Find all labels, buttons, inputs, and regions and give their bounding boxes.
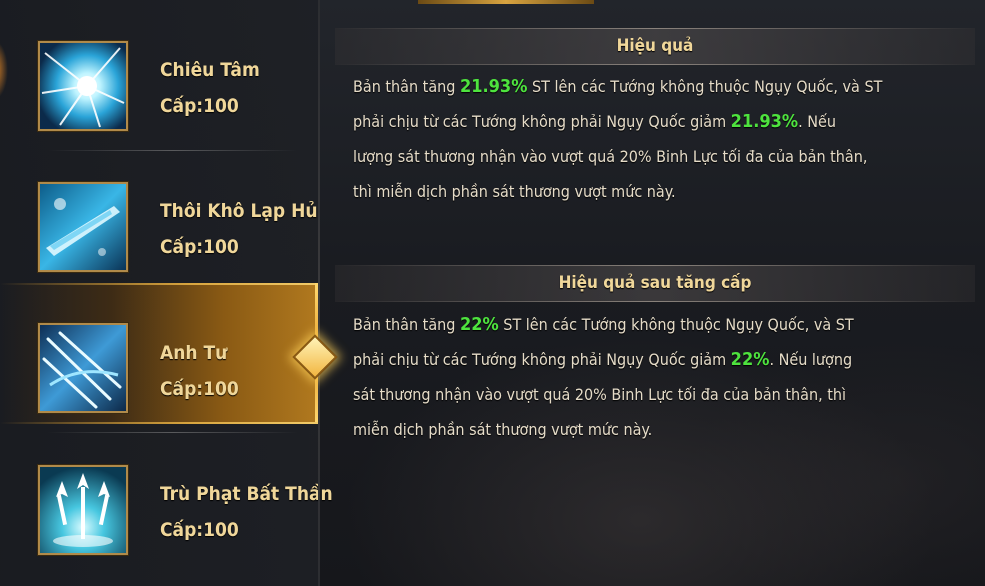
skill-level: Cấp:100 <box>160 519 239 541</box>
description-line: Bản thân tăng 21.93% ST lên các Tướng kh… <box>353 69 953 104</box>
next-effect-description: Bản thân tăng 22% ST lên các Tướng không… <box>353 307 953 447</box>
description-text: lượng sát thương nhận vào vượt quá 20% B… <box>353 147 868 166</box>
description-line: phải chịu từ các Tướng không phải Ngụy Q… <box>353 104 953 139</box>
skill-item-tru-phat-bat-than[interactable]: Trù Phạt Bất Thần Cấp:100 <box>0 424 333 565</box>
description-text: . Nếu <box>798 112 837 131</box>
trident-icon <box>38 465 128 555</box>
top-tab-edge <box>418 0 594 4</box>
skill-item-thoi-kho-lap-hu[interactable]: Thôi Khô Lạp Hủ Cấp:100 <box>0 141 320 282</box>
description-text: miễn dịch phần sát thương vượt mức này. <box>353 420 653 439</box>
description-line: Bản thân tăng 22% ST lên các Tướng không… <box>353 307 953 342</box>
description-line: lượng sát thương nhận vào vượt quá 20% B… <box>353 139 953 174</box>
wind-spears-icon <box>38 323 128 413</box>
skill-item-chieu-tam[interactable]: Chiêu Tâm Cấp:100 <box>0 0 320 141</box>
skill-level: Cấp:100 <box>160 236 239 258</box>
effect-title: Hiệu quả <box>616 36 694 56</box>
skill-level: Cấp:100 <box>160 95 239 117</box>
effect-header: Hiệu quả <box>335 28 975 65</box>
description-text: phải chịu từ các Tướng không phải Ngụy Q… <box>353 350 731 369</box>
highlight-value: 21.93% <box>459 76 528 97</box>
skill-name: Chiêu Tâm <box>160 59 260 81</box>
description-line: sát thương nhận vào vượt quá 20% Binh Lự… <box>353 377 953 412</box>
description-line: phải chịu từ các Tướng không phải Ngụy Q… <box>353 342 953 377</box>
description-text: . Nếu lượng <box>769 350 853 369</box>
description-text: thì miễn dịch phần sát thương vượt mức n… <box>353 182 676 201</box>
highlight-value: 22% <box>730 349 770 370</box>
description-text: Bản thân tăng <box>353 77 460 96</box>
next-effect-title: Hiệu quả sau tăng cấp <box>558 273 752 293</box>
description-text: sát thương nhận vào vượt quá 20% Binh Lự… <box>353 385 846 404</box>
panel-border <box>318 0 320 586</box>
skill-item-anh-tu[interactable]: Anh Tư Cấp:100 <box>0 283 320 424</box>
skill-list-panel: Chiêu Tâm Cấp:100 Thôi Khô Lạp Hủ Cấp:10… <box>0 0 333 586</box>
description-text: ST lên các Tướng không thuộc Ngụy Quốc, … <box>498 315 854 334</box>
ice-blade-icon <box>38 182 128 272</box>
description-line: miễn dịch phần sát thương vượt mức này. <box>353 412 953 447</box>
description-line: thì miễn dịch phần sát thương vượt mức n… <box>353 174 953 209</box>
skill-level: Cấp:100 <box>160 378 239 400</box>
highlight-value: 21.93% <box>730 111 799 132</box>
highlight-value: 22% <box>459 314 499 335</box>
skill-name: Thôi Khô Lạp Hủ <box>160 200 318 222</box>
light-burst-icon <box>38 41 128 131</box>
description-text: Bản thân tăng <box>353 315 460 334</box>
effect-description: Bản thân tăng 21.93% ST lên các Tướng kh… <box>353 69 953 209</box>
skill-name: Trù Phạt Bất Thần <box>160 483 333 505</box>
skill-name: Anh Tư <box>160 342 228 364</box>
description-text: phải chịu từ các Tướng không phải Ngụy Q… <box>353 112 731 131</box>
next-effect-header: Hiệu quả sau tăng cấp <box>335 265 975 302</box>
description-text: ST lên các Tướng không thuộc Ngụy Quốc, … <box>527 77 883 96</box>
